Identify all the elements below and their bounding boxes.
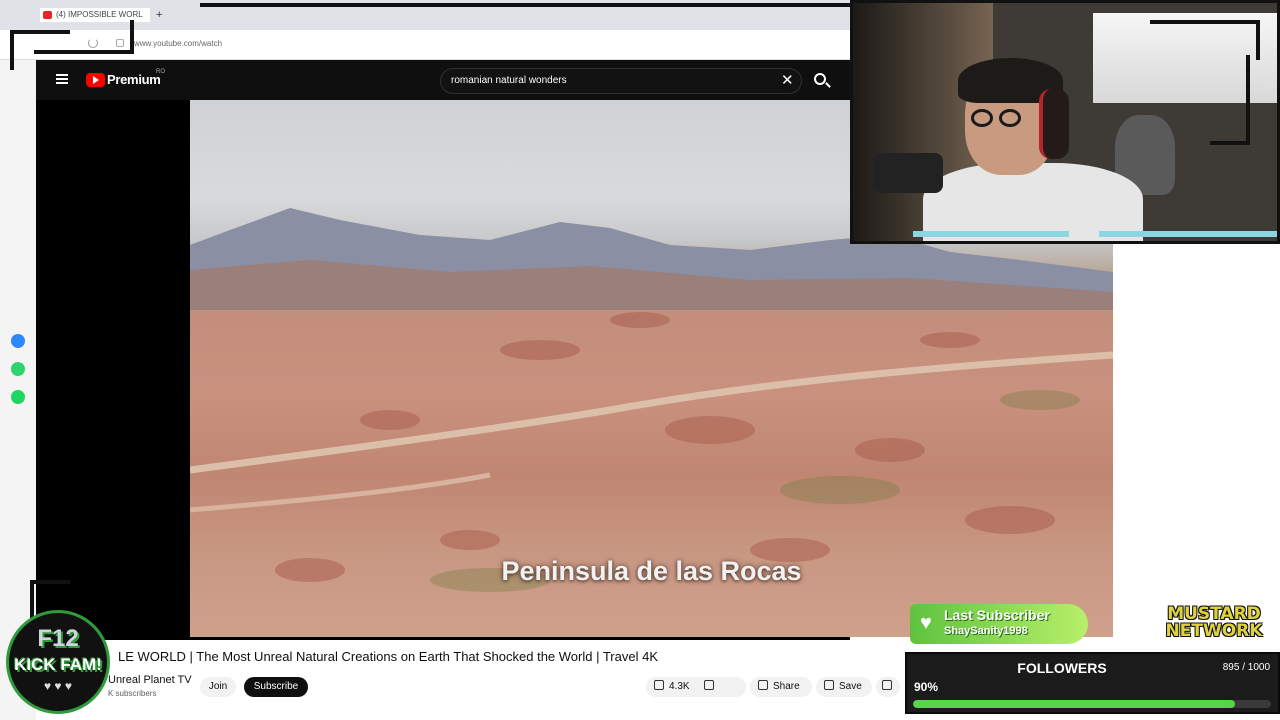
whatsapp-icon[interactable] [11,362,25,376]
region-code: RO [156,69,165,75]
badge-hearts-icon: ♥ ♥ ♥ [43,679,73,693]
save-label: Save [839,681,862,692]
save-button[interactable]: Save [816,677,872,697]
clear-search-icon[interactable]: ✕ [781,72,794,90]
spotify-icon[interactable] [11,390,25,404]
share-icon [758,680,768,690]
webcam-glasses-left [971,109,993,127]
overlay-frame-corner [1150,20,1260,60]
followers-progress-fill [913,700,1236,708]
search-query[interactable]: romanian natural wonders [451,75,567,86]
youtube-header: Premium RO romanian natural wonders ✕ [36,60,850,100]
youtube-brand[interactable]: Premium [107,72,161,87]
search-input[interactable]: romanian natural wonders ✕ [440,68,802,94]
hamburger-menu-icon[interactable] [56,74,68,84]
youtube-favicon-icon [43,11,52,19]
share-label: Share [773,681,800,692]
overlay-frame-corner [1210,55,1250,145]
kick-fam-badge: F12 KICK FAM! ♥ ♥ ♥ [6,610,110,714]
last-subscriber-title: Last Subscriber [944,607,1050,623]
followers-progress-track [913,700,1271,708]
last-subscriber-alert: ♥ Last Subscriber ShaySanity1998 [910,604,1088,644]
thumbs-up-icon[interactable] [654,680,664,690]
subscribe-button[interactable]: Subscribe [244,677,308,697]
bookmark-icon [824,680,834,690]
thumbs-down-icon[interactable] [703,680,714,690]
messenger-icon[interactable] [11,334,25,348]
overlay-frame-corner [34,20,134,54]
webcam-accent-bar [1099,231,1277,237]
followers-title: FOLLOWERS [1017,660,1107,676]
microphone-icon [873,153,943,193]
tab-title: (4) IMPOSSIBLE WORL [56,10,143,19]
download-button[interactable] [876,677,900,697]
search-icon[interactable] [814,73,826,85]
network-logo: MUSTARD NETWORK [1154,606,1274,644]
join-button[interactable]: Join [200,677,236,697]
followers-goal-widget: FOLLOWERS 895 / 1000 90% [905,652,1280,714]
followers-percent: 90% [914,680,939,694]
video-info: LE WORLD | The Most Unreal Natural Creat… [36,640,906,720]
download-icon [882,680,892,690]
followers-count: 895 / 1000 [1222,662,1270,673]
video-caption: Peninsula de las Rocas [501,556,802,586]
badge-line-1: F12 [37,625,79,652]
like-dislike-group[interactable]: 4.3K [646,677,746,697]
webcam-glasses-right [999,109,1021,127]
video-title: LE WORLD | The Most Unreal Natural Creat… [118,649,658,664]
url-text[interactable]: www.youtube.com/watch [134,39,222,48]
headset-icon [1039,89,1069,159]
last-subscriber-name: ShaySanity1998 [944,625,1028,637]
overlay-frame-line [200,3,850,7]
youtube-logo-icon[interactable] [86,73,105,87]
logo-line-2: NETWORK [1165,621,1263,641]
new-tab-button[interactable]: + [156,8,162,22]
subscriber-count: K subscribers [108,689,157,698]
stream-scene: (4) IMPOSSIBLE WORL + www.youtube.com/wa… [0,0,1280,720]
webcam-accent-bar [913,231,1069,237]
heart-icon: ♥ [920,612,932,634]
share-button[interactable]: Share [750,677,812,697]
badge-line-2: KICK FAM! [14,655,102,674]
channel-name[interactable]: Unreal Planet TV [108,674,192,686]
like-count: 4.3K [669,681,690,692]
